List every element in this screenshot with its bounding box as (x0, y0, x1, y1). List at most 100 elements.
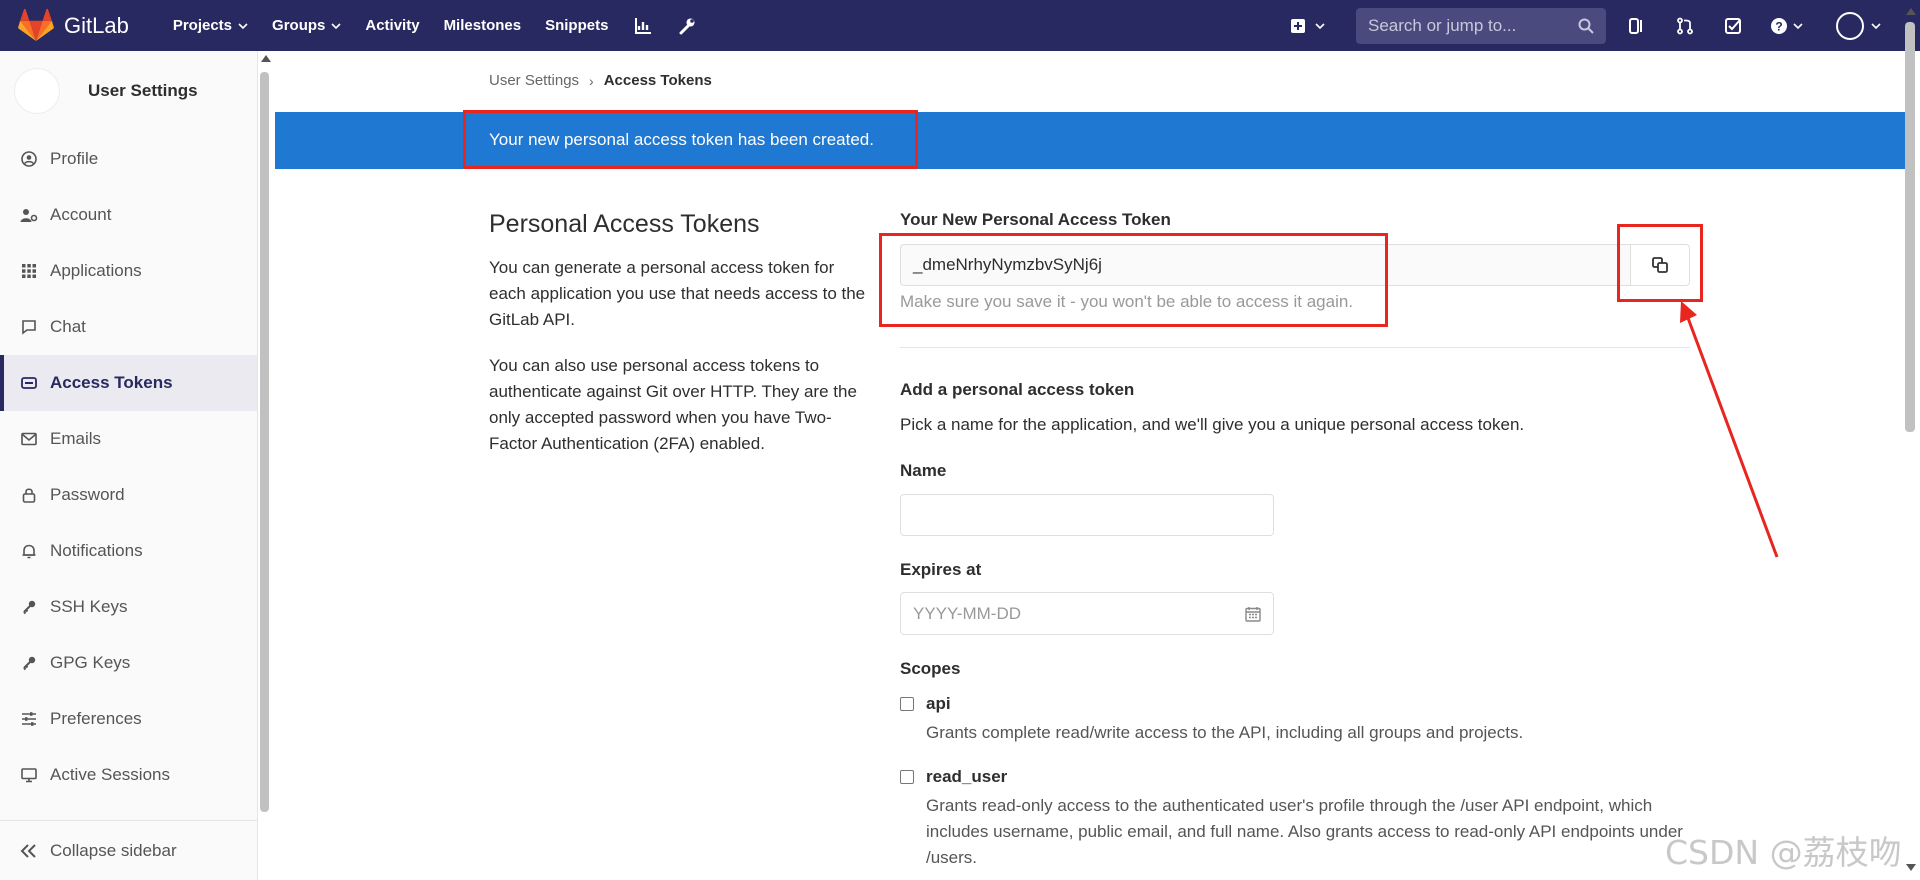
account-icon (20, 206, 38, 224)
chevron-down-icon (238, 22, 248, 29)
scope-description: Grants read-only access to the authentic… (926, 796, 1683, 867)
token-name-input[interactable] (900, 494, 1274, 536)
collapse-sidebar-button[interactable]: Collapse sidebar (0, 820, 257, 880)
gitlab-logo[interactable]: GitLab (18, 8, 129, 43)
user-menu[interactable] (1836, 11, 1884, 40)
monitor-icon (20, 766, 38, 784)
chat-icon (20, 318, 38, 336)
new-item-dropdown[interactable] (1290, 15, 1330, 37)
sidebar-item-label: Emails (50, 429, 102, 448)
sidebar-item-chat[interactable]: Chat (0, 299, 257, 355)
scroll-down-arrow-icon[interactable] (1906, 864, 1916, 871)
annotation-box-flash (463, 110, 918, 169)
nav-projects-label: Projects (172, 17, 233, 34)
merge-request-icon[interactable] (1674, 15, 1696, 37)
page-scrollbar[interactable] (1905, 22, 1915, 432)
issues-icon[interactable] (1626, 15, 1648, 37)
expires-label: Expires at (900, 560, 982, 579)
sidebar-item-label: GPG Keys (50, 653, 131, 672)
calendar-icon[interactable] (1245, 606, 1261, 622)
profile-icon (20, 150, 38, 168)
add-token-description: Pick a name for the application, and we'… (900, 415, 1525, 434)
nav-projects[interactable]: Projects (173, 17, 248, 34)
settings-sidebar: User Settings Profile Account Applications… (0, 51, 258, 880)
avatar (1836, 11, 1864, 40)
sidebar-item-password[interactable]: Password (0, 467, 257, 523)
scroll-up-arrow-icon[interactable] (261, 55, 271, 62)
chevron-right-icon: › (589, 72, 594, 89)
sidebar-item-label: Preferences (50, 709, 142, 728)
nav-milestones[interactable]: Milestones (444, 17, 522, 34)
sidebar-item-emails[interactable]: Emails (0, 411, 257, 467)
sidebar-item-label: Profile (50, 149, 99, 168)
double-chevron-left-icon (20, 841, 40, 861)
scope-api: api Grants complete read/write access to… (900, 694, 1690, 746)
sidebar-item-profile[interactable]: Profile (0, 131, 257, 187)
search-icon (1578, 18, 1594, 34)
sidebar-item-label: Chat (50, 317, 86, 336)
sidebar-item-gpg-keys[interactable]: GPG Keys (0, 635, 257, 691)
intro-paragraph-1: You can generate a personal access token… (489, 258, 866, 329)
key-icon (20, 654, 38, 672)
sidebar-item-ssh-keys[interactable]: SSH Keys (0, 579, 257, 635)
scroll-up-arrow-icon[interactable] (1906, 8, 1916, 15)
expires-date-input[interactable]: YYYY-MM-DD (900, 592, 1274, 635)
scopes-label: Scopes (900, 659, 961, 678)
scope-name[interactable]: api (926, 694, 951, 714)
sidebar-header[interactable]: User Settings (0, 51, 257, 131)
sliders-icon (20, 710, 38, 728)
breadcrumb-current[interactable]: Access Tokens (604, 72, 712, 89)
sidebar-item-label: Password (50, 485, 125, 504)
nav-activity[interactable]: Activity (365, 17, 419, 34)
annotation-box-copy (1617, 224, 1703, 302)
add-token-title: Add a personal access token (900, 380, 1135, 399)
scope-description: Grants complete read/write access to the… (926, 723, 1524, 742)
help-dropdown[interactable]: ? (1770, 15, 1810, 37)
key-icon (20, 598, 38, 616)
todo-icon[interactable] (1722, 15, 1744, 37)
sidebar-item-access-tokens[interactable]: Access Tokens (0, 355, 257, 411)
name-label: Name (900, 461, 947, 480)
nav-groups[interactable]: Groups (272, 17, 341, 34)
search-input[interactable]: Search or jump to... (1356, 7, 1606, 44)
scope-name[interactable]: read_user (926, 767, 1007, 787)
nav-snippets[interactable]: Snippets (545, 17, 608, 34)
page-title: Personal Access Tokens (489, 210, 760, 238)
expires-placeholder: YYYY-MM-DD (913, 603, 1021, 623)
sidebar-item-label: Active Sessions (50, 765, 170, 784)
sidebar-item-notifications[interactable]: Notifications (0, 523, 257, 579)
scope-read-user-checkbox[interactable] (900, 770, 914, 784)
breadcrumb-parent[interactable]: User Settings (489, 72, 579, 89)
intro-section: Personal Access Tokens You can generate … (489, 210, 869, 477)
sidebar-item-active-sessions[interactable]: Active Sessions (0, 747, 257, 803)
top-navbar: GitLab Projects Groups Activity Mileston… (0, 0, 1920, 51)
sidebar-item-label: Access Tokens (50, 373, 173, 392)
applications-icon (20, 262, 38, 280)
wrench-icon[interactable] (676, 15, 698, 37)
sidebar-scrollbar[interactable] (260, 72, 269, 812)
divider (900, 347, 1690, 348)
chart-icon[interactable] (632, 15, 654, 37)
sidebar-title: User Settings (88, 81, 198, 100)
nav-groups-label: Groups (272, 17, 326, 34)
avatar (14, 68, 60, 114)
scope-api-checkbox[interactable] (900, 697, 914, 711)
search-placeholder: Search or jump to... (1368, 15, 1517, 35)
token-icon (20, 374, 38, 392)
lock-icon (20, 486, 38, 504)
collapse-label: Collapse sidebar (50, 840, 177, 860)
sidebar-item-label: Notifications (50, 541, 143, 560)
breadcrumb: User Settings › Access Tokens (489, 72, 712, 89)
sidebar-item-preferences[interactable]: Preferences (0, 691, 257, 747)
brand-name: GitLab (64, 12, 129, 38)
mail-icon (20, 430, 38, 448)
scope-read-user: read_user Grants read-only access to the… (900, 767, 1690, 871)
sidebar-item-applications[interactable]: Applications (0, 243, 257, 299)
sidebar-item-account[interactable]: Account (0, 187, 257, 243)
new-token-label: Your New Personal Access Token (900, 210, 1171, 229)
watermark: CSDN @荔枝吻 (1665, 833, 1902, 872)
sidebar-item-label: SSH Keys (50, 597, 128, 616)
gitlab-tanuki-icon (18, 8, 54, 41)
bell-icon (20, 542, 38, 560)
question-icon: ? (1771, 17, 1803, 34)
